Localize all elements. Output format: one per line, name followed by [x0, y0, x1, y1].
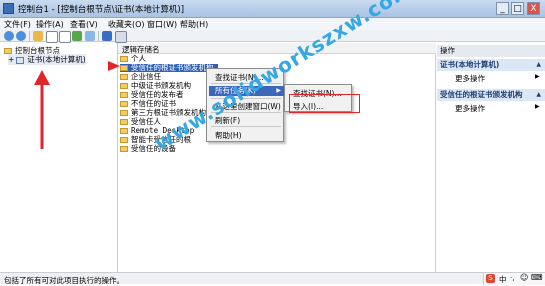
folder-icon	[120, 74, 128, 80]
minimize-button[interactable]: _	[496, 2, 509, 15]
menu-help[interactable]: 帮助(H)	[180, 19, 208, 30]
more-actions-label: 更多操作	[455, 104, 485, 113]
show-hide-tree-icon[interactable]	[46, 31, 58, 43]
help-icon[interactable]	[102, 31, 112, 41]
list-item[interactable]: 个人	[120, 55, 146, 63]
maximize-button[interactable]: □	[511, 2, 524, 15]
ime-punctuation-icon[interactable]: ·,	[510, 274, 514, 282]
console-icon[interactable]	[115, 31, 127, 43]
ime-keyboard-icon[interactable]: ⌨	[531, 273, 543, 282]
menu-action[interactable]: 操作(A)	[36, 19, 64, 30]
menu-separator	[211, 126, 281, 127]
actions-section-trusted-root[interactable]: 受信任的根证书颁发机构 ▲	[437, 89, 545, 101]
menu-window[interactable]: 窗口(W)	[147, 19, 177, 30]
list-item-label: 中级证书颁发机构	[131, 81, 191, 90]
tree-pane: 控制台根节点 + 证书(本地计算机)	[0, 43, 118, 272]
import-highlight-box	[289, 94, 360, 113]
actions-header: 操作	[437, 45, 545, 57]
context-item-help[interactable]: 帮助(H)	[215, 130, 242, 141]
toolbar-separator	[98, 31, 99, 41]
more-actions-arrow-icon: ▶	[535, 73, 540, 80]
folder-icon	[120, 119, 128, 125]
menu-view[interactable]: 查看(V)	[70, 19, 98, 30]
tree-child-label: 证书(本地计算机)	[27, 55, 86, 64]
folder-icon	[120, 128, 128, 134]
submenu-arrow-icon: ▶	[276, 87, 281, 94]
list-item[interactable]: 受信任的发布者	[120, 91, 184, 99]
list-item[interactable]: 不信任的证书	[120, 100, 176, 108]
export-icon[interactable]	[85, 31, 95, 41]
mmc-app-icon	[3, 3, 14, 14]
menu-file[interactable]: 文件(F)	[4, 19, 31, 30]
actions-section-title: 证书(本地计算机)	[440, 60, 500, 69]
certificate-store-icon	[16, 56, 25, 64]
list-item-label: 企业信任	[131, 72, 161, 81]
menu-favorites[interactable]: 收藏夹(O)	[108, 19, 145, 30]
actions-pane: 操作 证书(本地计算机) ▲ 更多操作 ▶ 受信任的根证书颁发机构 ▲ 更多操作…	[437, 43, 545, 272]
back-icon[interactable]	[4, 31, 14, 41]
collapse-icon[interactable]: ▲	[536, 89, 541, 101]
more-actions-label: 更多操作	[455, 74, 485, 83]
ime-toolbar: S 中 ·, ☺ ⌨	[483, 273, 545, 285]
forward-icon[interactable]	[16, 31, 26, 41]
more-actions-link[interactable]: 更多操作	[455, 103, 485, 114]
refresh-icon[interactable]	[72, 31, 82, 41]
collapse-icon[interactable]: ▲	[536, 59, 541, 71]
status-bar: 包括了所有可对此项目执行的操作。 S 中 ·, ☺ ⌨	[0, 272, 545, 285]
properties-icon[interactable]	[59, 31, 71, 43]
list-item-label: 受信任人	[131, 117, 161, 126]
list-item-label: 不信任的证书	[131, 99, 176, 108]
list-item-label: 受信任的发布者	[131, 90, 184, 99]
more-actions-arrow-icon: ▶	[535, 103, 540, 110]
actions-section-local-computer[interactable]: 证书(本地计算机) ▲	[437, 59, 545, 71]
folder-icon	[120, 92, 128, 98]
list-item-label: 受信任的根证书颁发机构	[131, 63, 214, 72]
folder-icon	[120, 146, 128, 152]
list-item[interactable]: 企业信任	[120, 73, 161, 81]
column-header[interactable]: 逻辑存储名	[118, 43, 436, 54]
toolbar-separator	[29, 31, 30, 41]
title-bar[interactable]: 控制台1 - [控制台根节点\证书(本地计算机)] _ □ X	[0, 0, 545, 18]
folder-icon	[120, 137, 128, 143]
toolbar	[0, 30, 545, 43]
menu-bar: 文件(F) 操作(A) 查看(V) 收藏夹(O) 窗口(W) 帮助(H)	[0, 18, 545, 30]
up-folder-icon[interactable]	[33, 31, 43, 41]
folder-icon	[120, 101, 128, 107]
right-arrow-annotation	[108, 61, 120, 71]
list-item[interactable]: 中级证书颁发机构	[120, 82, 191, 90]
more-actions-link[interactable]: 更多操作	[455, 73, 485, 84]
ime-chinese-mode[interactable]: 中	[499, 274, 507, 285]
status-text: 包括了所有可对此项目执行的操作。	[4, 276, 124, 285]
close-button[interactable]: X	[527, 2, 540, 15]
list-item-selected[interactable]: 受信任的根证书颁发机构	[120, 64, 218, 72]
tree-item-certificates[interactable]: + 证书(本地计算机)	[8, 54, 86, 65]
sogou-ime-icon[interactable]: S	[486, 274, 495, 283]
list-item[interactable]: 受信任人	[120, 118, 161, 126]
expand-icon[interactable]: +	[8, 55, 14, 64]
actions-header-label: 操作	[440, 46, 455, 55]
folder-icon	[120, 83, 128, 89]
list-item-label: 个人	[131, 54, 146, 63]
window-title: 控制台1 - [控制台根节点\证书(本地计算机)]	[18, 5, 185, 15]
up-arrow-annotation	[34, 70, 50, 149]
ime-emoji-icon[interactable]: ☺	[520, 273, 528, 282]
actions-section-title: 受信任的根证书颁发机构	[440, 90, 523, 99]
folder-icon	[120, 110, 128, 116]
